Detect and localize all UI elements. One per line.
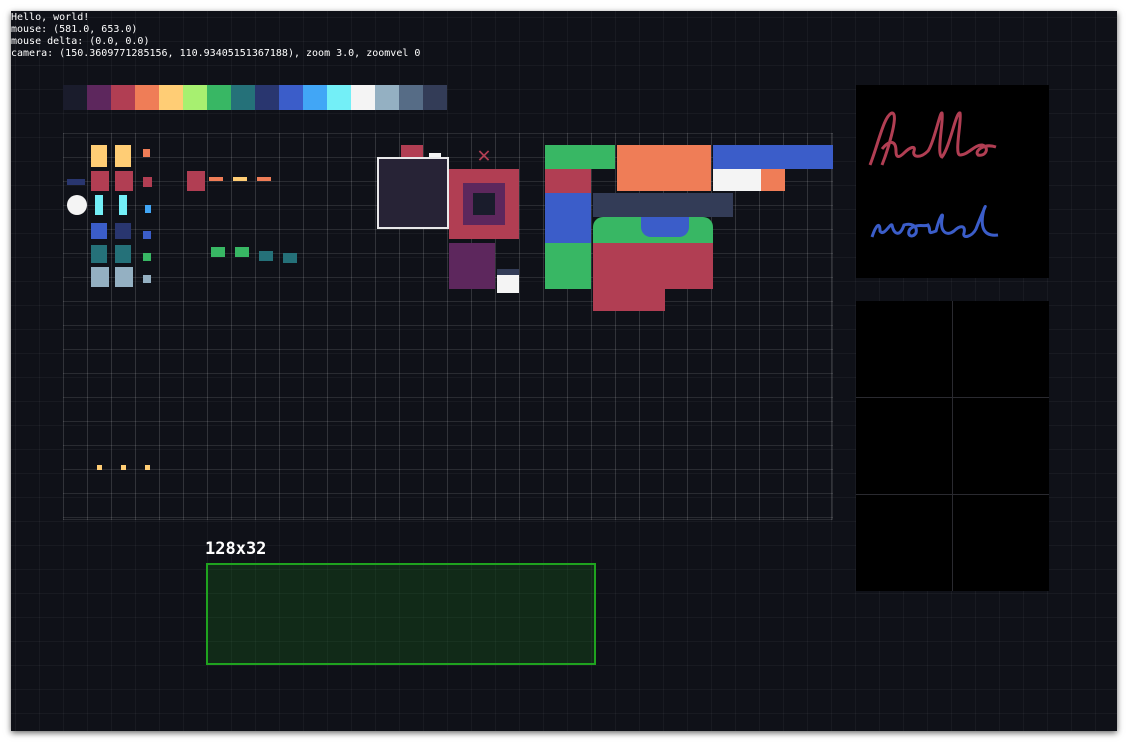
palette-swatch-12[interactable] bbox=[351, 85, 375, 110]
palette-swatch-8[interactable] bbox=[255, 85, 279, 110]
sprite-character-yellow[interactable] bbox=[91, 145, 107, 167]
tile-red-hill-bottom[interactable] bbox=[593, 289, 665, 311]
palette-swatch-9[interactable] bbox=[279, 85, 303, 110]
palette-swatch-6[interactable] bbox=[207, 85, 231, 110]
sprite-grass[interactable] bbox=[211, 247, 225, 257]
palette-swatch-1[interactable] bbox=[87, 85, 111, 110]
game-viewport[interactable]: Hello, world! mouse: (581.0, 653.0) mous… bbox=[11, 11, 1117, 731]
tile-grass-top[interactable] bbox=[545, 145, 615, 169]
sprite-purple-pad[interactable] bbox=[449, 243, 495, 289]
palette-swatch-14[interactable] bbox=[399, 85, 423, 110]
debug-hello-text: Hello, world! bbox=[11, 12, 90, 23]
sprite-projectile[interactable] bbox=[209, 177, 223, 181]
tile-grid-panel[interactable] bbox=[856, 301, 1049, 591]
sprite-stripes[interactable] bbox=[497, 269, 519, 293]
sprite-dot[interactable] bbox=[97, 465, 102, 470]
palette-swatch-10[interactable] bbox=[303, 85, 327, 110]
debug-mouse-delta: mouse delta: (0.0, 0.0) bbox=[11, 36, 150, 47]
palette-swatch-4[interactable] bbox=[159, 85, 183, 110]
world-stroke bbox=[870, 205, 999, 238]
tile-brick[interactable] bbox=[617, 145, 711, 191]
sprite-character-grey[interactable] bbox=[91, 267, 109, 287]
drawing-canvas[interactable] bbox=[856, 85, 1049, 278]
palette-swatch-15[interactable] bbox=[423, 85, 447, 110]
tile-brick-2[interactable] bbox=[761, 169, 785, 191]
sprite-small-green[interactable] bbox=[143, 253, 151, 261]
sprite-small-navy[interactable] bbox=[143, 231, 151, 239]
tile-dark[interactable] bbox=[593, 193, 733, 217]
sprite-character-navy[interactable] bbox=[91, 223, 107, 239]
palette-swatch-13[interactable] bbox=[375, 85, 399, 110]
tile-blue-lake[interactable] bbox=[641, 217, 689, 237]
sprite-small-cyan[interactable] bbox=[145, 205, 151, 213]
sprite-small-orange[interactable] bbox=[143, 149, 150, 157]
x-icon[interactable]: ✕ bbox=[473, 145, 495, 167]
palette-swatch-2[interactable] bbox=[111, 85, 135, 110]
palette-swatch-7[interactable] bbox=[231, 85, 255, 110]
sprite-character-cyan[interactable] bbox=[95, 195, 103, 215]
rect-size-label: 128x32 bbox=[205, 539, 267, 559]
palette-swatch-3[interactable] bbox=[135, 85, 159, 110]
grid-divider-horizontal bbox=[856, 397, 1049, 398]
sprite-bar-blue[interactable] bbox=[67, 179, 85, 185]
sprite-splat-white[interactable] bbox=[67, 195, 87, 215]
debug-mouse-position: mouse: (581.0, 653.0) bbox=[11, 24, 138, 35]
sprite-red-shooter[interactable] bbox=[187, 171, 205, 191]
sprite-small-red[interactable] bbox=[143, 177, 152, 187]
tile-water-2[interactable] bbox=[545, 193, 591, 243]
tile-water[interactable] bbox=[713, 145, 833, 169]
palette-swatch-5[interactable] bbox=[183, 85, 207, 110]
sprite-small-grey[interactable] bbox=[143, 275, 151, 283]
palette-swatch-0[interactable] bbox=[63, 85, 87, 110]
debug-overlay: Hello, world! mouse: (581.0, 653.0) mous… bbox=[11, 12, 420, 60]
grid-divider-vertical bbox=[952, 301, 953, 591]
debug-camera-info: camera: (150.3609771285156, 110.93405151… bbox=[11, 48, 421, 59]
sprite-character-red[interactable] bbox=[91, 171, 109, 191]
tile-dirt[interactable] bbox=[545, 169, 591, 193]
tile-red-hill[interactable] bbox=[593, 243, 713, 289]
grid-divider-horizontal bbox=[856, 494, 1049, 495]
tile-selection-box[interactable] bbox=[377, 157, 449, 229]
sprite-character-teal[interactable] bbox=[91, 245, 107, 263]
selection-rectangle[interactable] bbox=[206, 563, 596, 665]
sprite-red-frame-core bbox=[473, 193, 495, 215]
color-palette[interactable] bbox=[63, 85, 447, 110]
hello-stroke bbox=[868, 111, 997, 166]
tile-grass-left[interactable] bbox=[545, 243, 591, 289]
handwriting-svg bbox=[868, 111, 999, 238]
palette-swatch-11[interactable] bbox=[327, 85, 351, 110]
